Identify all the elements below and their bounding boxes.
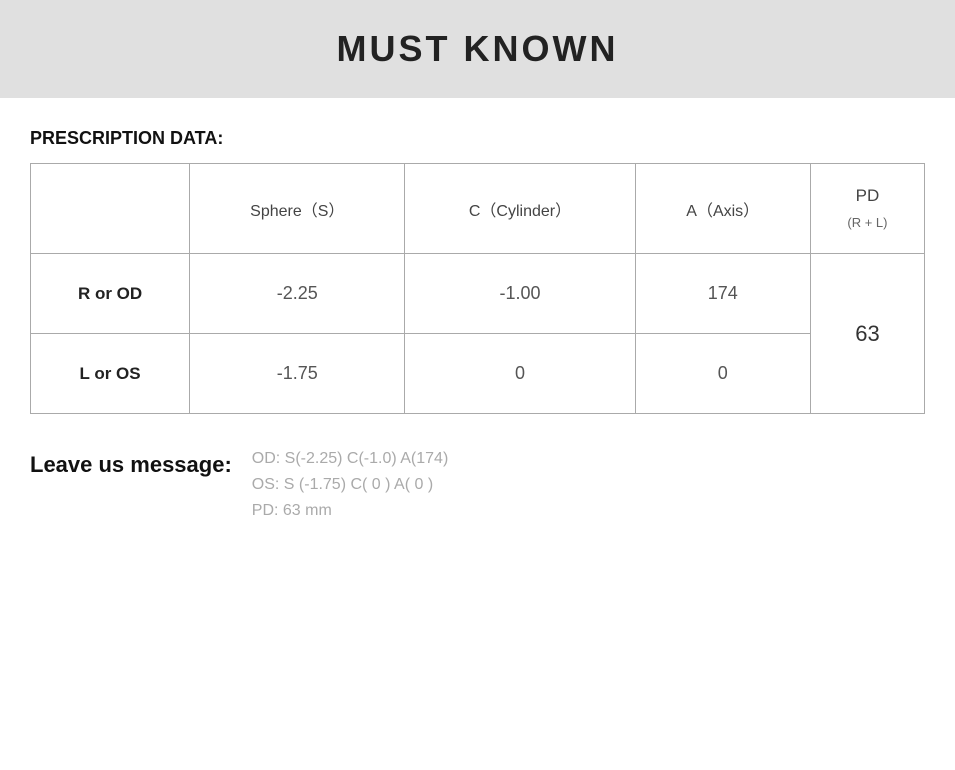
message-line-od: OD: S(-2.25) C(-1.0) A(174)	[252, 450, 449, 468]
prescription-label: PRESCRIPTION DATA:	[30, 128, 925, 149]
leave-message-section: Leave us message: OD: S(-2.25) C(-1.0) A…	[30, 450, 925, 520]
pd-label: PD (R + L)	[847, 186, 887, 231]
page-title: MUST KNOWN	[337, 28, 619, 69]
col-header-sphere: Sphere（S）	[190, 164, 405, 254]
axis-od: 174	[635, 254, 810, 334]
col-header-empty	[31, 164, 190, 254]
message-lines: OD: S(-2.25) C(-1.0) A(174) OS: S (-1.75…	[252, 450, 449, 520]
pd-sub-label: (R + L)	[847, 215, 887, 230]
message-line-os: OS: S (-1.75) C( 0 ) A( 0 )	[252, 476, 449, 494]
col-header-pd: PD (R + L)	[810, 164, 924, 254]
sphere-od: -2.25	[190, 254, 405, 334]
cylinder-od: -1.00	[405, 254, 635, 334]
table-row-os: L or OS -1.75 0 0	[31, 334, 925, 414]
cylinder-os: 0	[405, 334, 635, 414]
col-header-cylinder: C（Cylinder）	[405, 164, 635, 254]
row-label-os: L or OS	[31, 334, 190, 414]
message-line-pd: PD: 63 mm	[252, 502, 449, 520]
table-row-od: R or OD -2.25 -1.00 174 63	[31, 254, 925, 334]
col-header-axis: A（Axis）	[635, 164, 810, 254]
sphere-os: -1.75	[190, 334, 405, 414]
axis-os: 0	[635, 334, 810, 414]
row-label-od: R or OD	[31, 254, 190, 334]
header-banner: MUST KNOWN	[0, 0, 955, 98]
prescription-table: Sphere（S） C（Cylinder） A（Axis） PD (R + L)…	[30, 163, 925, 414]
pd-value: 63	[810, 254, 924, 414]
main-content: PRESCRIPTION DATA: Sphere（S） C（Cylinder）…	[0, 128, 955, 520]
table-header-row: Sphere（S） C（Cylinder） A（Axis） PD (R + L)	[31, 164, 925, 254]
leave-message-label: Leave us message:	[30, 450, 232, 478]
